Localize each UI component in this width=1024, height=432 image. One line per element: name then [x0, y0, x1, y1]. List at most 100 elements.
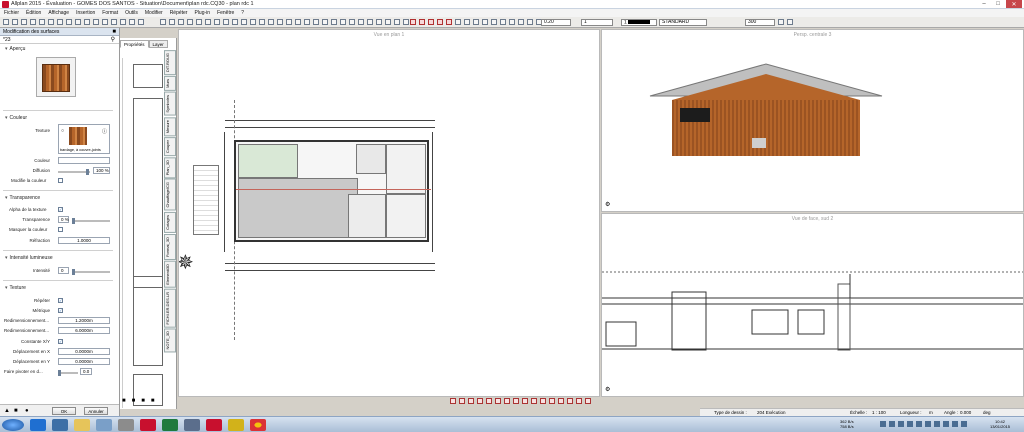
- app-icon[interactable]: [228, 419, 244, 431]
- cut-icon[interactable]: [39, 19, 45, 25]
- chrome-icon[interactable]: [250, 419, 266, 431]
- select-icon[interactable]: [138, 19, 144, 25]
- transparence-field[interactable]: 0 %: [58, 216, 69, 223]
- perspective-pane[interactable]: Persp. centrale 3 ⚙: [601, 29, 1024, 212]
- tool-icon[interactable]: [513, 398, 519, 404]
- side-tab[interactable]: Cotages: [164, 211, 176, 233]
- tool-icon[interactable]: [495, 398, 501, 404]
- type-value[interactable]: 204 Exécution: [757, 410, 786, 415]
- view-16-icon[interactable]: [295, 19, 301, 25]
- cancel-button[interactable]: Annuler: [84, 407, 108, 415]
- menu-format[interactable]: Format: [102, 10, 118, 16]
- excel-icon[interactable]: [162, 419, 178, 431]
- tool-icon[interactable]: [504, 398, 510, 404]
- refraction-field[interactable]: 1.0000: [58, 237, 110, 244]
- view-12-icon[interactable]: [259, 19, 265, 25]
- allplan-icon[interactable]: [140, 419, 156, 431]
- view-icon[interactable]: [160, 19, 166, 25]
- menu-modifier[interactable]: Modifier: [145, 10, 163, 16]
- tray-icon[interactable]: [934, 421, 940, 427]
- subpanel-icon[interactable]: ■: [141, 398, 145, 404]
- menu-outils[interactable]: Outils: [125, 10, 138, 16]
- tool-icon[interactable]: [468, 398, 474, 404]
- ie-icon[interactable]: [30, 419, 46, 431]
- angle-value[interactable]: 0.000: [960, 410, 971, 415]
- menu-help[interactable]: ?: [241, 10, 244, 16]
- redim1-field[interactable]: 1.2000m: [58, 317, 110, 324]
- color-select[interactable]: 1: [621, 19, 657, 26]
- text-icon[interactable]: [419, 19, 425, 25]
- side-tab[interactable]: Chauffage/CG: [164, 179, 176, 211]
- delete-favorite-icon[interactable]: ●: [25, 408, 29, 414]
- view-14-icon[interactable]: [277, 19, 283, 25]
- view-4-icon[interactable]: [187, 19, 193, 25]
- menu-fichier[interactable]: Fichier: [4, 10, 19, 16]
- start-button[interactable]: [2, 419, 24, 431]
- couleur-field[interactable]: [58, 157, 110, 164]
- tray-icon[interactable]: [898, 421, 904, 427]
- draw-3-icon[interactable]: [473, 19, 479, 25]
- pen-select[interactable]: 0.20: [541, 19, 571, 26]
- view-21-icon[interactable]: [340, 19, 346, 25]
- refresh-icon[interactable]: [102, 19, 108, 25]
- view-11-icon[interactable]: [250, 19, 256, 25]
- view-13-icon[interactable]: [268, 19, 274, 25]
- view-9-icon[interactable]: [232, 19, 238, 25]
- redim2-field[interactable]: 6.0000m: [58, 327, 110, 334]
- texture-info-icon[interactable]: ⓘ: [102, 128, 107, 135]
- view-3-icon[interactable]: [178, 19, 184, 25]
- side-tab[interactable]: Couper: [164, 136, 176, 157]
- view-2-icon[interactable]: [169, 19, 175, 25]
- line-icon[interactable]: [428, 19, 434, 25]
- side-tab[interactable]: Murs: [164, 76, 176, 92]
- pivoter-slider-thumb[interactable]: [58, 370, 61, 376]
- layer-icon[interactable]: [129, 19, 135, 25]
- menu-plugin[interactable]: Plug-in: [194, 10, 210, 16]
- section-texture[interactable]: Texture: [0, 284, 26, 292]
- view-17-icon[interactable]: [304, 19, 310, 25]
- tool-icon[interactable]: [585, 398, 591, 404]
- paste-icon[interactable]: [57, 19, 63, 25]
- menu-edition[interactable]: Édition: [26, 10, 41, 16]
- diffusion-field[interactable]: 100 %: [93, 167, 110, 174]
- longueur-value[interactable]: m: [929, 410, 933, 415]
- tray-icon[interactable]: [943, 421, 949, 427]
- tool-icon[interactable]: [459, 398, 465, 404]
- minimize-icon[interactable]: –: [978, 0, 990, 8]
- draw-9-icon[interactable]: [527, 19, 533, 25]
- line-select[interactable]: 1: [581, 19, 613, 26]
- view-25-icon[interactable]: [376, 19, 382, 25]
- texture-prev-icon[interactable]: ○: [61, 128, 64, 134]
- view-26-icon[interactable]: [385, 19, 391, 25]
- side-tab[interactable]: Elementi3D: [164, 260, 176, 288]
- save-icon[interactable]: [21, 19, 27, 25]
- transparence-slider[interactable]: [72, 218, 110, 224]
- new-icon[interactable]: [3, 19, 9, 25]
- view-28-icon[interactable]: [403, 19, 409, 25]
- favorites-icon[interactable]: ▲: [4, 408, 10, 414]
- deplacement-x-field[interactable]: 0.0000m: [58, 348, 110, 355]
- side-tab[interactable]: NOTE_3D: [164, 328, 176, 353]
- pivoter-field[interactable]: 0.0: [80, 368, 92, 375]
- draw-8-icon[interactable]: [518, 19, 524, 25]
- diffusion-slider[interactable]: [58, 169, 90, 175]
- tool-icon[interactable]: [576, 398, 582, 404]
- side-tab[interactable]: Mesure: [164, 116, 176, 136]
- view-23-icon[interactable]: [358, 19, 364, 25]
- subpanel-icon[interactable]: ■: [151, 398, 155, 404]
- tray-icon[interactable]: [961, 421, 967, 427]
- subpanel-icon[interactable]: ■: [132, 398, 136, 404]
- window-icon[interactable]: [120, 19, 126, 25]
- view-6-icon[interactable]: [205, 19, 211, 25]
- section-transparence[interactable]: Transparence: [0, 194, 41, 202]
- metrique-checkbox[interactable]: ✓: [58, 308, 63, 313]
- view-7-icon[interactable]: [214, 19, 220, 25]
- tool-icon[interactable]: [558, 398, 564, 404]
- redo-icon[interactable]: [75, 19, 81, 25]
- texture-picker[interactable]: ○ ⓘ bardage, à couvre-joints: [58, 124, 110, 154]
- subpanel-icon[interactable]: ■: [122, 398, 126, 404]
- plan-view-pane[interactable]: Vue en plan 1 PL LA ✵: [178, 29, 600, 397]
- tab-proprietes[interactable]: Propriétés: [120, 40, 149, 48]
- tray-icon[interactable]: [880, 421, 886, 427]
- save-favorite-icon[interactable]: ■: [14, 408, 18, 414]
